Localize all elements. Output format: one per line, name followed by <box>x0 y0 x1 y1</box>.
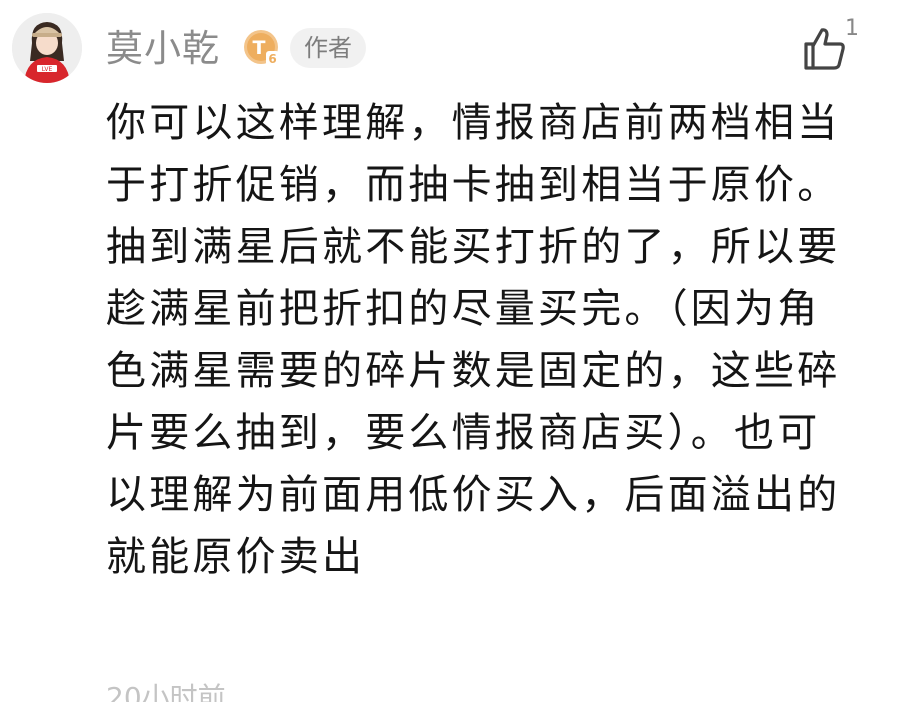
comment-timestamp: 20小时前 <box>106 681 226 702</box>
avatar[interactable]: LVE <box>12 13 82 83</box>
username[interactable]: 莫小乾 <box>106 30 220 67</box>
svg-text:6: 6 <box>268 52 276 66</box>
author-tag: 作者 <box>290 28 366 68</box>
like-count: 1 <box>845 16 859 41</box>
avatar-image: LVE <box>12 13 82 83</box>
comment-text: 你可以这样理解，情报商店前两档相当于打折促销，而抽卡抽到相当于原价。抽到满星后就… <box>106 100 841 580</box>
comment-header: 莫小乾 T 6 作者 <box>106 20 366 76</box>
svg-text:T: T <box>253 37 266 59</box>
like-button[interactable]: 1 <box>796 16 866 78</box>
level-badge-icon: T 6 <box>242 28 282 68</box>
svg-text:LVE: LVE <box>42 66 53 73</box>
thumbs-up-icon <box>804 28 845 70</box>
